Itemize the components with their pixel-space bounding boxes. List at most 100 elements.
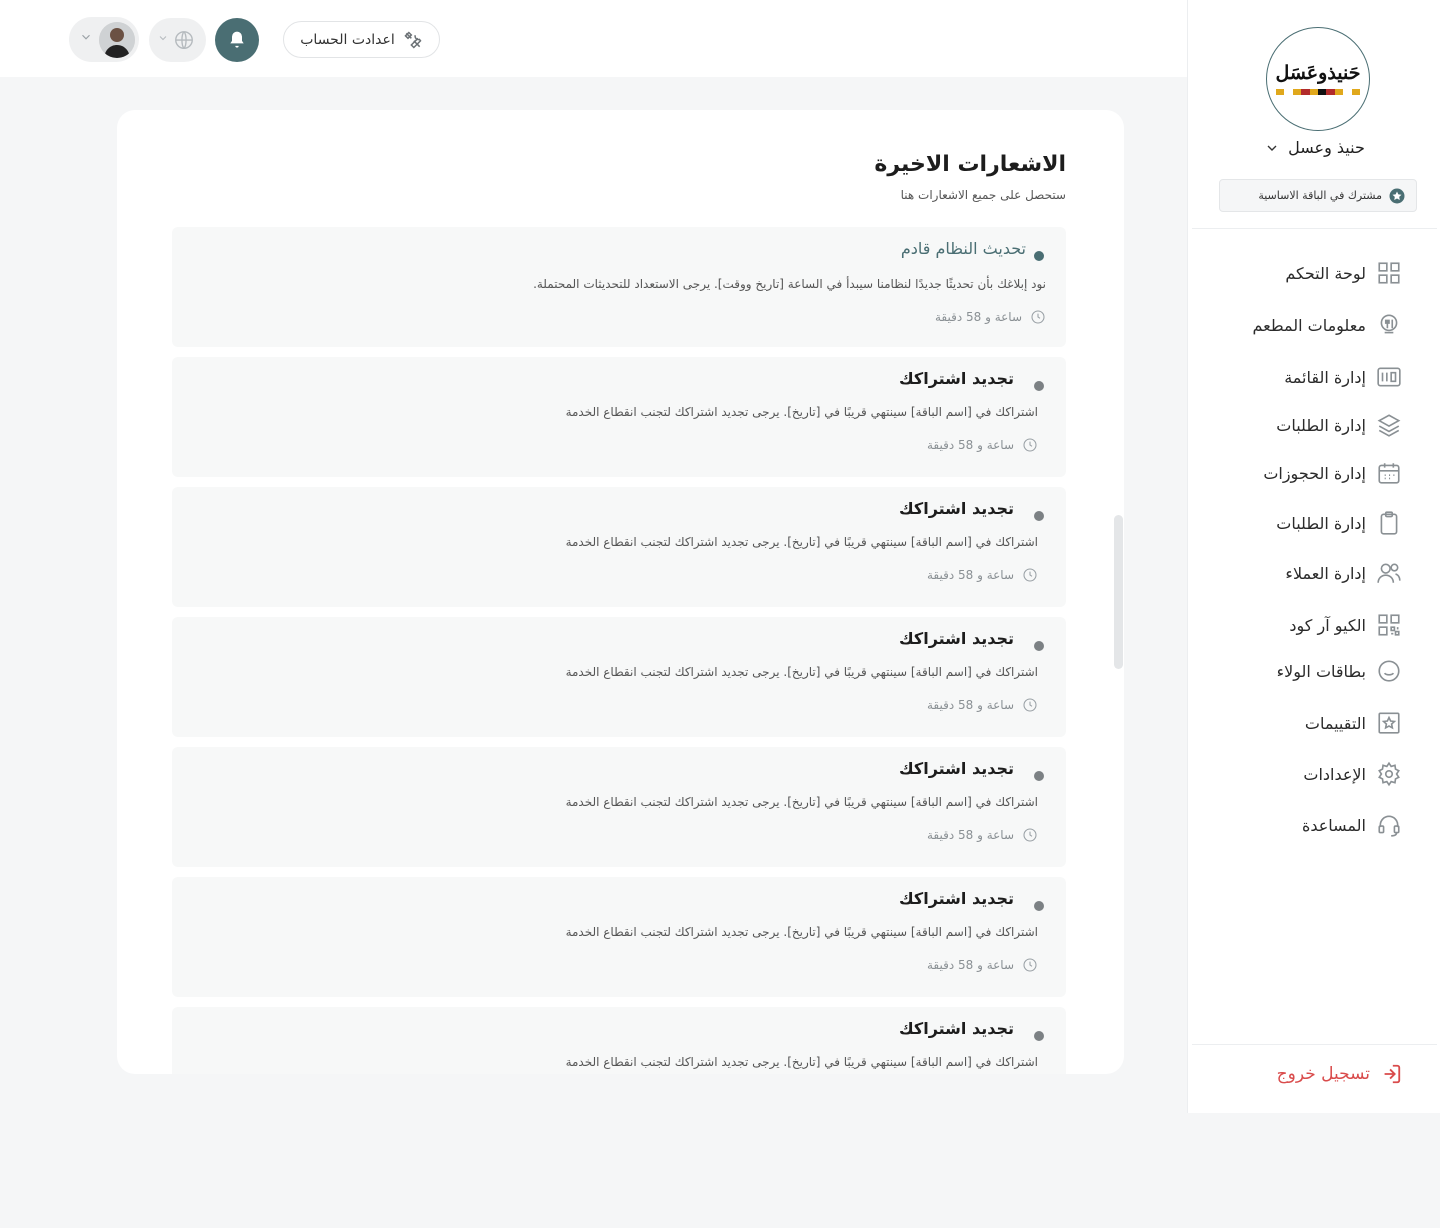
- notification-time: ساعة و 58 دقيقة: [927, 957, 1038, 973]
- sidebar-item-requests[interactable]: إدارة الطلبات: [1276, 510, 1402, 536]
- notification-time-label: ساعة و 58 دقيقة: [934, 310, 1022, 324]
- restaurant-name: حنيذ وعسل: [1288, 138, 1365, 157]
- account-settings-button[interactable]: اعدادت الحساب: [283, 21, 440, 58]
- account-settings-label: اعدادت الحساب: [300, 31, 395, 48]
- sidebar-item-qr-code[interactable]: الكيو آر كود: [1289, 612, 1402, 638]
- sidebar: حَنيذوعَسَل حنيذ وعسل مشترك في الباقة ال…: [1187, 0, 1440, 1113]
- sidebar-item-dashboard[interactable]: لوحة التحكم: [1285, 260, 1402, 286]
- notification-body: اشتراكك في [اسم الباقة] سينتهي قريبًا في…: [565, 665, 1038, 679]
- scrollbar[interactable]: [1114, 515, 1123, 669]
- notification-item[interactable]: تجديد اشتراكك اشتراكك في [اسم الباقة] سين…: [172, 617, 1066, 737]
- sidebar-item-restaurant-info[interactable]: معلومات المطعم: [1252, 312, 1402, 338]
- tools-icon: [404, 30, 422, 49]
- notification-item[interactable]: تجديد اشتراكك اشتراكك في [اسم الباقة] سين…: [172, 357, 1066, 477]
- notification-time: ساعة و 58 دقيقة: [927, 827, 1038, 843]
- badge-icon: [1389, 188, 1405, 203]
- sidebar-item-help[interactable]: المساعدة: [1302, 812, 1402, 838]
- notification-body: اشتراكك في [اسم الباقة] سينتهي قريبًا في…: [565, 925, 1038, 939]
- notifications-button[interactable]: [215, 18, 259, 62]
- sidebar-item-label: إدارة الحجوزات: [1263, 463, 1366, 483]
- notification-time-label: ساعة و 58 دقيقة: [926, 958, 1014, 972]
- page-subtitle: ستحصل على جميع الاشعارات هنا: [900, 188, 1066, 202]
- notification-item[interactable]: تجديد اشتراكك اشتراكك في [اسم الباقة] سين…: [172, 487, 1066, 607]
- chevron-down-icon: [82, 34, 90, 40]
- users-icon: [1377, 563, 1401, 583]
- notifications-card: الاشعارات الاخيرة ستحصل على جميع الاشعار…: [117, 110, 1124, 1074]
- notification-body: اشتراكك في [اسم الباقة] سينتهي قريبًا في…: [565, 535, 1038, 549]
- unread-dot: [1034, 641, 1044, 651]
- grid-icon: [1378, 262, 1400, 284]
- logo-text: حَنيذوعَسَل: [1275, 61, 1361, 84]
- notification-time: ساعة و 58 دقيقة: [935, 309, 1046, 325]
- unread-dot: [1034, 511, 1044, 521]
- notification-time-label: ساعة و 58 دقيقة: [926, 828, 1014, 842]
- notification-time: ساعة و 58 دقيقة: [927, 437, 1038, 453]
- unread-dot: [1034, 381, 1044, 391]
- notification-item[interactable]: تجديد اشتراكك اشتراكك في [اسم الباقة] سين…: [172, 1007, 1066, 1074]
- sidebar-item-menu[interactable]: إدارة القائمة: [1284, 364, 1402, 390]
- page-title: الاشعارات الاخيرة: [874, 152, 1066, 177]
- sidebar-item-settings[interactable]: الإعدادات: [1303, 761, 1402, 787]
- chevron-down-icon: [1267, 145, 1277, 151]
- sidebar-item-reservations[interactable]: إدارة الحجوزات: [1263, 460, 1402, 486]
- sidebar-item-reviews[interactable]: التقييمات: [1305, 710, 1402, 736]
- sidebar-item-label: الكيو آر كود: [1289, 615, 1366, 635]
- sidebar-item-label: إدارة العملاء: [1285, 563, 1366, 583]
- notification-body: اشتراكك في [اسم الباقة] سينتهي قريبًا في…: [565, 405, 1038, 419]
- user-menu[interactable]: [69, 17, 139, 62]
- sidebar-item-customers[interactable]: إدارة العملاء: [1285, 560, 1402, 586]
- notification-time-label: ساعة و 58 دقيقة: [926, 438, 1014, 452]
- sidebar-item-label: إدارة القائمة: [1284, 367, 1366, 387]
- notification-time: ساعة و 58 دقيقة: [927, 567, 1038, 583]
- notification-item[interactable]: تجديد اشتراكك اشتراكك في [اسم الباقة] سين…: [172, 877, 1066, 997]
- top-header: اعدادت الحساب: [0, 0, 1187, 77]
- qr-code-icon: [1378, 614, 1400, 636]
- divider: [1192, 1044, 1437, 1045]
- notification-body: نود إبلاغك بأن تحديثًا جديدًا لنظامنا سي…: [533, 277, 1046, 291]
- notification-title: تجديد اشتراكك: [899, 1019, 1014, 1038]
- gear-icon: [1378, 761, 1400, 787]
- sidebar-item-label: التقييمات: [1304, 713, 1366, 733]
- globe-icon: [175, 31, 193, 49]
- headset-icon: [1378, 815, 1400, 837]
- logout-button[interactable]: تسجيل خروج: [1277, 1063, 1402, 1085]
- clipboard-icon: [1380, 511, 1398, 535]
- sidebar-item-orders[interactable]: إدارة الطلبات: [1276, 412, 1402, 438]
- chevron-down-icon: [159, 36, 167, 41]
- sidebar-item-label: لوحة التحكم: [1285, 263, 1366, 283]
- clock-icon: [1023, 568, 1037, 582]
- restaurant-logo: حَنيذوعَسَل: [1266, 27, 1370, 131]
- sidebar-item-loyalty-cards[interactable]: بطاقات الولاء: [1277, 658, 1402, 684]
- restaurant-pin-icon: [1380, 314, 1398, 334]
- unread-dot: [1034, 251, 1044, 261]
- sidebar-item-label: إدارة الطلبات: [1276, 415, 1366, 435]
- unread-dot: [1034, 901, 1044, 911]
- clock-icon: [1031, 310, 1045, 324]
- clock-icon: [1023, 828, 1037, 842]
- star-icon: [1378, 712, 1400, 734]
- notification-title: تجديد اشتراكك: [899, 759, 1014, 778]
- smile-icon: [1378, 660, 1400, 682]
- restaurant-switcher[interactable]: حنيذ وعسل: [1188, 138, 1440, 157]
- clock-icon: [1023, 438, 1037, 452]
- sidebar-item-label: بطاقات الولاء: [1276, 661, 1366, 681]
- notification-time-label: ساعة و 58 دقيقة: [926, 568, 1014, 582]
- logout-icon: [1384, 1064, 1401, 1084]
- sidebar-item-label: معلومات المطعم: [1252, 315, 1366, 335]
- notification-title: تجديد اشتراكك: [899, 369, 1014, 388]
- logout-label: تسجيل خروج: [1276, 1064, 1370, 1084]
- unread-dot: [1034, 1031, 1044, 1041]
- notification-item[interactable]: تجديد اشتراكك اشتراكك في [اسم الباقة] سين…: [172, 747, 1066, 867]
- clock-icon: [1023, 698, 1037, 712]
- notification-item[interactable]: تحديث النظام قادم نود إبلاغك بأن تحديثًا …: [172, 227, 1066, 347]
- calendar-icon: [1378, 463, 1400, 484]
- notification-time: ساعة و 58 دقيقة: [927, 697, 1038, 713]
- menu-icon: [1377, 367, 1401, 387]
- notification-body: اشتراكك في [اسم الباقة] سينتهي قريبًا في…: [565, 1055, 1038, 1069]
- notification-time-label: ساعة و 58 دقيقة: [926, 698, 1014, 712]
- notification-body: اشتراكك في [اسم الباقة] سينتهي قريبًا في…: [565, 795, 1038, 809]
- divider: [1192, 228, 1437, 229]
- language-menu[interactable]: [149, 18, 206, 62]
- notification-title: تجديد اشتراكك: [899, 499, 1014, 518]
- sidebar-item-label: إدارة الطلبات: [1276, 513, 1366, 533]
